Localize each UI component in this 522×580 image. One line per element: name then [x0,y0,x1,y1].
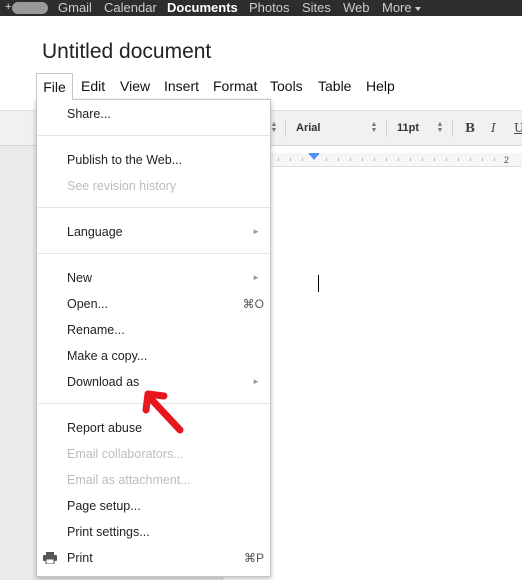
ruler-tick [434,158,435,161]
menu-item-label: Share... [67,107,111,121]
menu-item-see-revision-history: See revision history [37,174,270,198]
style-select-arrows-icon[interactable]: ▲ ▼ [270,121,278,134]
gbar-more-label: More [382,0,412,15]
gbar-documents-link[interactable]: Documents [167,0,238,16]
menu-format[interactable]: Format [213,73,257,100]
menu-item-label: Rename... [67,323,125,337]
toolbar-separator [452,120,453,137]
menu-item-label: Make a copy... [67,349,148,363]
menu-item-label: Report abuse [67,421,143,435]
menu-insert[interactable]: Insert [164,73,199,100]
ruler-tick [446,158,447,161]
ruler-tick [410,158,411,161]
menu-file[interactable]: File [36,73,73,100]
menu-item-print-settings[interactable]: Print settings... [37,520,270,544]
menu-divider [37,207,270,208]
shortcut-label: ⌘O [242,297,264,311]
submenu-arrow-icon: ► [252,227,260,236]
ruler-tick [398,158,399,161]
horizontal-ruler[interactable]: 2 [270,153,522,167]
blurred-username[interactable] [12,2,48,14]
menu-item-share[interactable]: Share... [37,102,270,126]
ruler-tick [470,158,471,161]
font-size-arrows-icon[interactable]: ▲ ▼ [436,121,444,134]
menu-item-email-as-attachment: Email as attachment... [37,468,270,492]
menu-item-label: Publish to the Web... [67,153,183,167]
menu-table[interactable]: Table [318,73,351,100]
ruler-tick [458,158,459,161]
menu-item-label: Email as attachment... [67,473,191,487]
menu-item-new[interactable]: New ► [37,266,270,290]
gbar-sites-link[interactable]: Sites [302,0,331,16]
plus-link[interactable]: + [5,0,11,16]
ruler-tick [386,158,387,161]
menu-item-print[interactable]: Print ⌘P [37,546,270,570]
left-indent-marker[interactable] [309,154,319,160]
font-select-arrows-icon[interactable]: ▲ ▼ [370,121,378,134]
menu-item-open[interactable]: Open... ⌘O [37,292,270,316]
menu-item-label: See revision history [67,179,177,193]
menu-help[interactable]: Help [366,73,395,100]
google-bar: + Gmail Calendar Documents Photos Sites … [0,0,522,16]
ruler-tick [482,158,483,161]
menu-item-label: Email collaborators... [67,447,184,461]
font-select[interactable]: Arial [296,111,320,145]
submenu-arrow-icon: ► [252,273,260,282]
gbar-photos-link[interactable]: Photos [249,0,289,16]
ruler-tick [326,158,327,161]
shortcut-label: ⌘P [243,551,264,565]
menu-item-label: New [67,271,93,285]
menu-item-label: Print [67,551,93,565]
menu-item-rename[interactable]: Rename... [37,318,270,342]
printer-icon [43,552,57,564]
gbar-web-link[interactable]: Web [343,0,370,16]
menu-tools[interactable]: Tools [270,73,303,100]
ruler-tick [362,158,363,161]
menu-view[interactable]: View [120,73,150,100]
font-size-select[interactable]: 11pt [397,111,419,145]
ruler-tick [302,158,303,161]
menu-divider [37,253,270,254]
menubar: File Edit View Insert Format Tools Table… [0,73,522,100]
menu-edit[interactable]: Edit [81,73,105,100]
underline-button[interactable]: U [514,111,522,145]
menu-item-publish-to-web[interactable]: Publish to the Web... [37,148,270,172]
ruler-tick [338,158,339,161]
menu-item-label: Print settings... [67,525,150,539]
menu-item-label: Open... [67,297,108,311]
menu-item-make-a-copy[interactable]: Make a copy... [37,344,270,368]
ruler-number: 2 [504,155,510,165]
italic-button[interactable]: I [491,111,496,145]
gbar-more-menu[interactable]: More [382,0,421,16]
gbar-gmail-link[interactable]: Gmail [58,0,92,16]
annotation-arrow-icon [142,390,184,434]
ruler-tick [278,158,279,161]
toolbar-separator [285,120,286,137]
menu-item-language[interactable]: Language ► [37,220,270,244]
menu-item-label: Download as [67,375,140,389]
menu-item-label: Page setup... [67,499,141,513]
menu-divider [37,135,270,136]
submenu-arrow-icon: ► [252,377,260,386]
menu-item-label: Language [67,225,123,239]
bold-button[interactable]: B [465,111,475,145]
file-menu-dropdown: Share... Publish to the Web... See revis… [36,99,271,577]
gbar-calendar-link[interactable]: Calendar [104,0,157,16]
toolbar-separator [386,120,387,137]
ruler-tick [290,158,291,161]
text-cursor [318,275,319,292]
ruler-tick [374,158,375,161]
menu-item-email-collaborators: Email collaborators... [37,442,270,466]
ruler-tick [494,158,495,161]
menu-item-page-setup[interactable]: Page setup... [37,494,270,518]
ruler-tick [350,158,351,161]
ruler-tick [422,158,423,161]
document-title[interactable]: Untitled document [42,40,211,64]
chevron-down-icon [414,6,421,11]
